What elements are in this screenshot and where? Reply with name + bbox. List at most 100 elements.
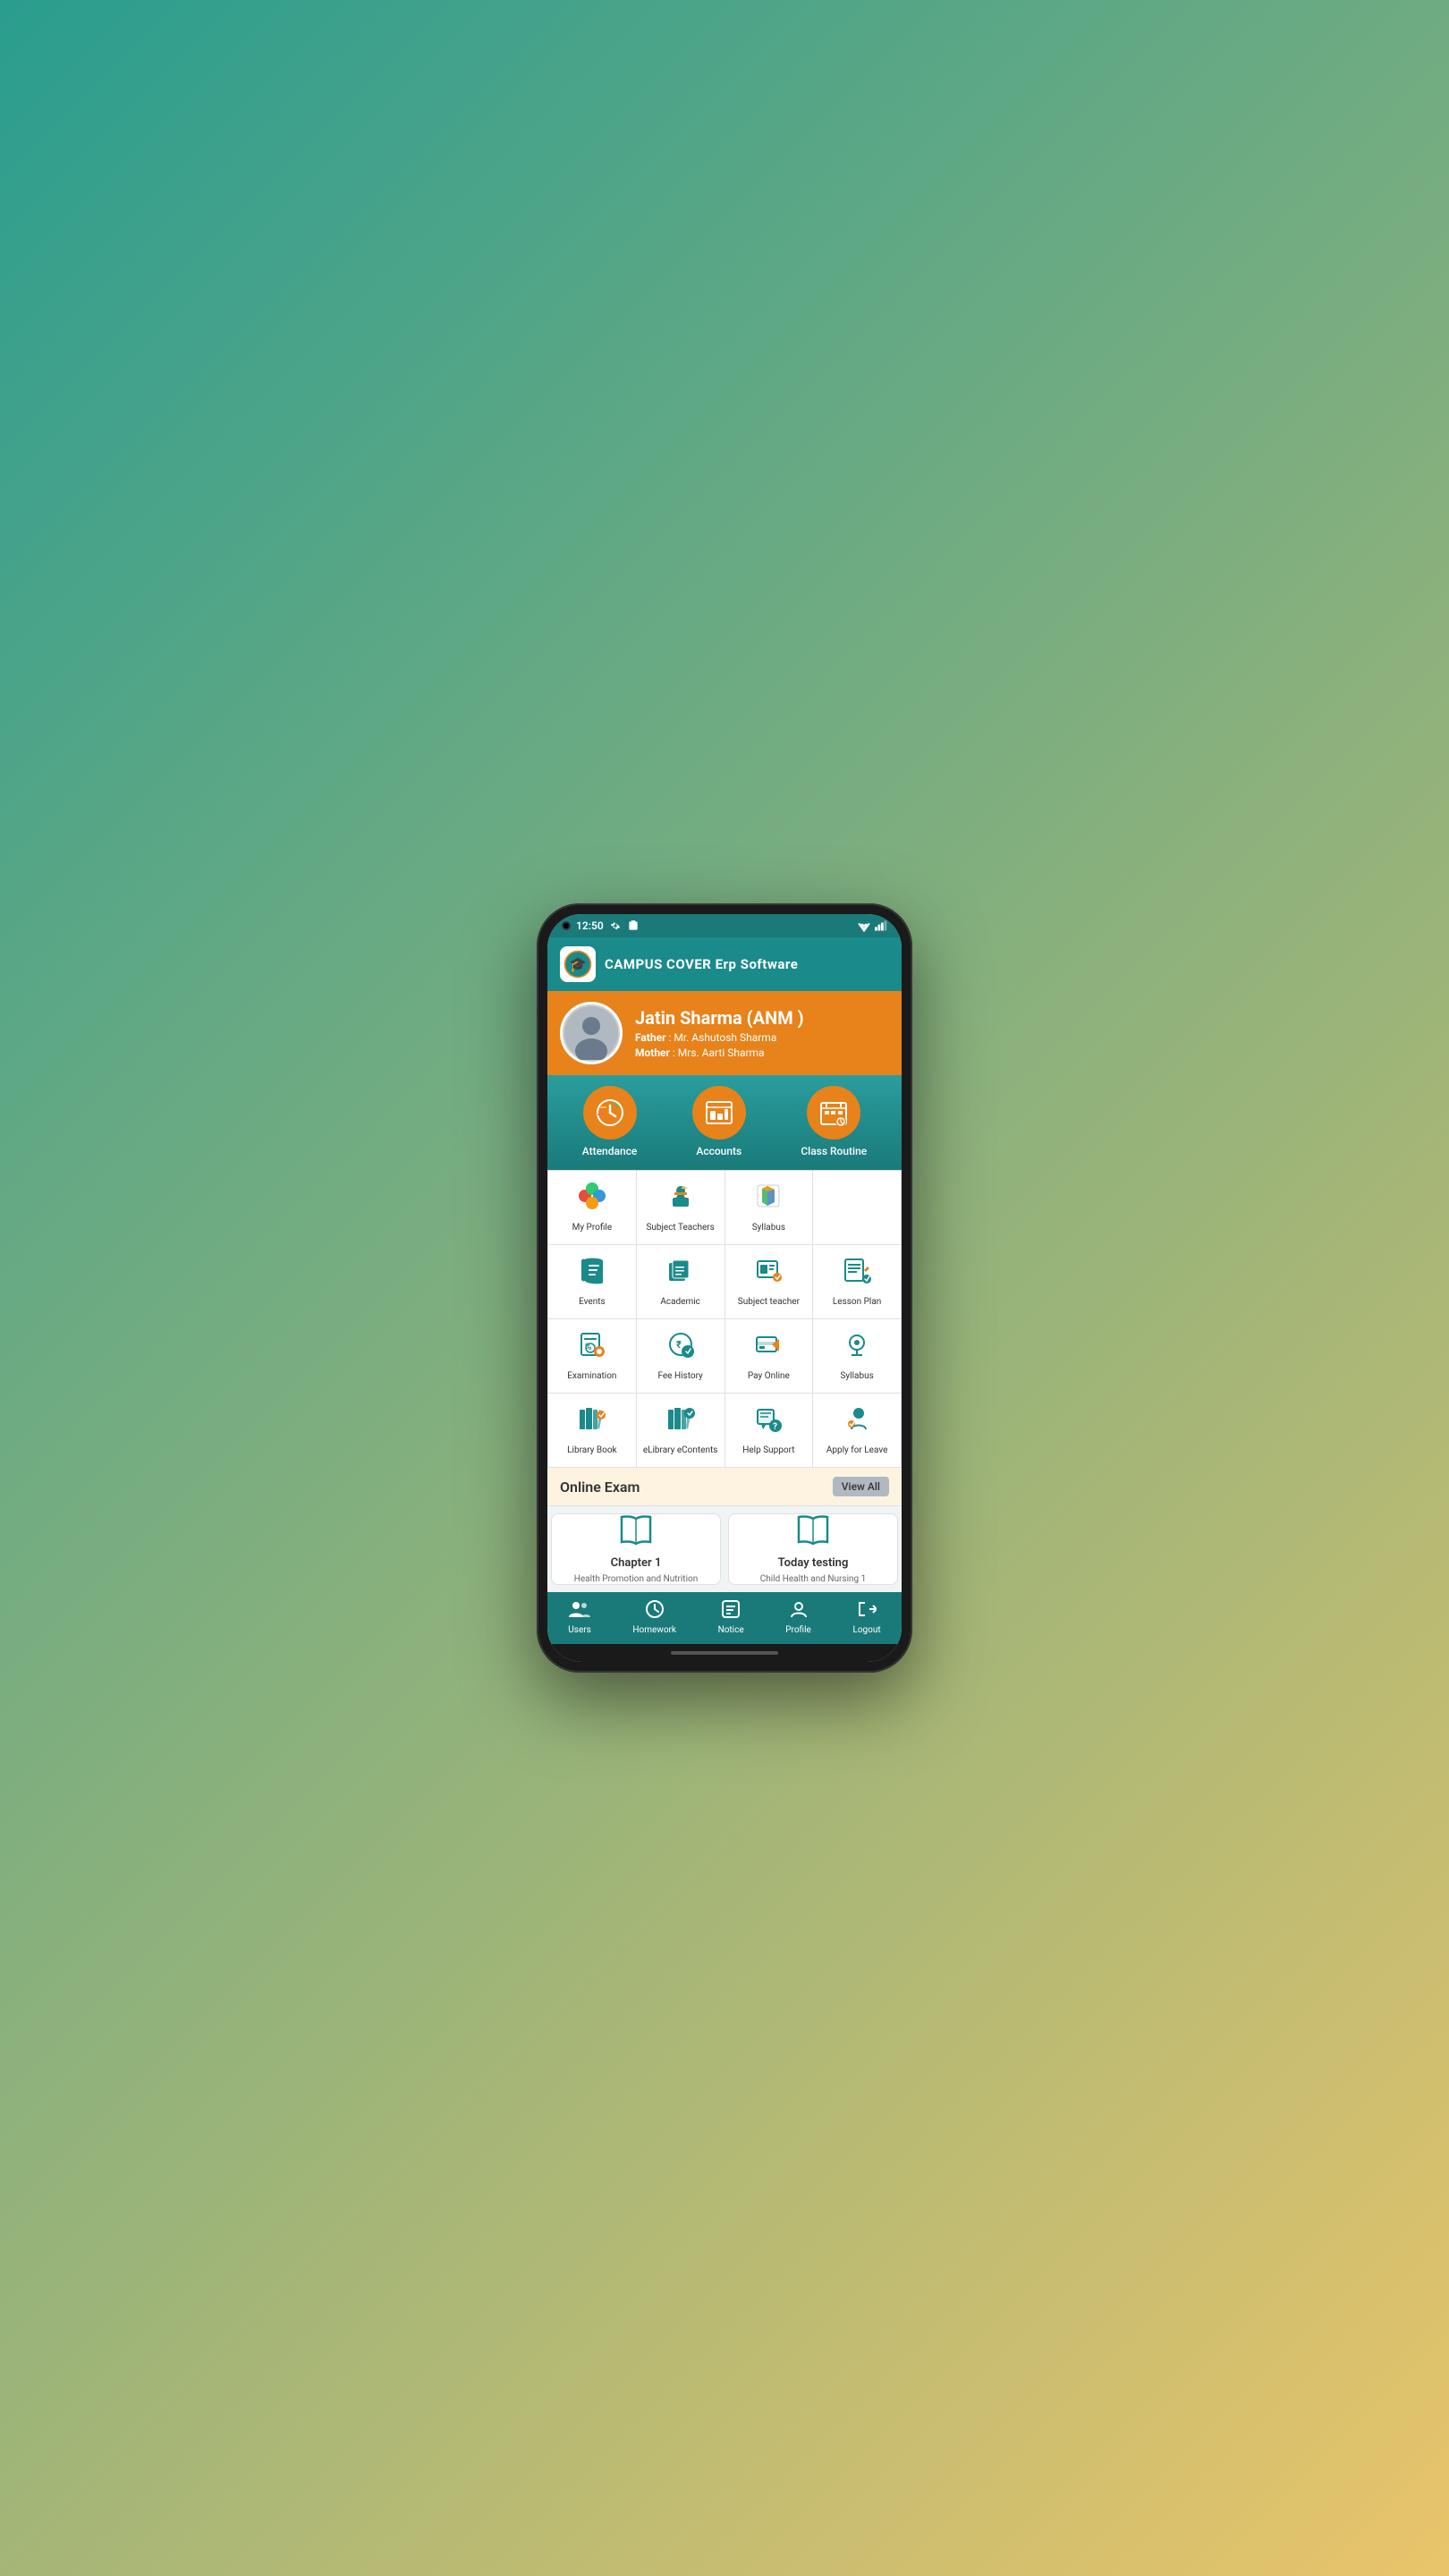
app-logo: 🎓 [560,946,596,982]
camera-dot [562,921,571,930]
lesson-plan-icon [843,1256,871,1291]
nav-homework[interactable]: Homework [632,1599,676,1635]
homework-nav-icon [645,1599,665,1623]
academic-label: Academic [660,1296,700,1308]
my-profile-label: My Profile [572,1222,613,1233]
father-name-value: Mr. Ashutosh Sharma [674,1031,776,1044]
bottom-nav: Users Homework [547,1592,902,1644]
menu-subject-teacher[interactable]: Subject teacher [725,1245,814,1319]
subject-teacher-icon [754,1256,783,1291]
help-support-label: Help Support [742,1445,794,1456]
apply-leave-label: Apply for Leave [826,1445,888,1456]
examination-label: Examination [567,1370,616,1382]
stat-class-routine[interactable]: Class Routine [801,1086,867,1157]
status-bar: 12:50 [547,914,902,937]
help-support-icon: ? [754,1404,783,1439]
subject-teachers-icon [666,1182,695,1216]
online-exam-header: Online Exam View All [547,1468,902,1506]
menu-syllabus-2[interactable]: Syllabus [813,1319,902,1394]
exam-card-2-title: Today testing [778,1556,849,1570]
fee-history-label: Fee History [657,1370,702,1382]
gear-icon [609,919,622,932]
syllabus-1-label: Syllabus [752,1222,785,1233]
menu-syllabus-1[interactable]: Syllabus [725,1171,814,1245]
quick-stats: Attendance Accounts [547,1075,902,1170]
online-exam-title: Online Exam [560,1479,640,1496]
exam-card-today-testing[interactable]: Today testing Child Health and Nursing 1 [728,1513,898,1585]
avatar [560,1002,623,1064]
syllabus-2-label: Syllabus [840,1370,873,1382]
menu-apply-leave[interactable]: Apply for Leave [813,1394,902,1468]
library-book-icon [578,1404,606,1439]
menu-events[interactable]: Events [548,1245,637,1319]
menu-subject-teachers[interactable]: Subject Teachers [637,1171,725,1245]
menu-library-book[interactable]: Library Book [548,1394,637,1468]
sim-icon [627,919,640,932]
nav-profile[interactable]: Profile [785,1599,811,1635]
stat-accounts[interactable]: Accounts [692,1086,746,1157]
nav-users-label: Users [568,1625,591,1635]
app-header: 🎓 CAMPUS COVER Erp Software [547,937,902,991]
exam-card-1-subtitle: Health Promotion and Nutrition [574,1573,699,1585]
home-indicator [547,1644,902,1662]
phone-screen: 12:50 🎓 CAMPUS COVER Erp Software [547,914,902,1662]
status-right [857,919,887,932]
exam-card-2-subtitle: Child Health and Nursing 1 [760,1573,867,1585]
home-bar [671,1651,778,1655]
menu-elibrary[interactable]: eLibrary eContents [637,1394,725,1468]
subject-teachers-label: Subject Teachers [646,1222,714,1233]
exam-card-chapter1[interactable]: Chapter 1 Health Promotion and Nutrition [551,1513,721,1585]
attendance-icon-circle [583,1086,637,1140]
profile-nav-icon [789,1599,809,1623]
profile-info: Jatin Sharma (ANM ) Father : Mr. Ashutos… [635,1007,804,1059]
nav-notice[interactable]: Notice [718,1599,744,1635]
menu-empty-1 [813,1171,902,1245]
menu-examination[interactable]: % Examination [548,1319,637,1394]
menu-my-profile[interactable]: My Profile [548,1171,637,1245]
menu-pay-online[interactable]: Pay Online [725,1319,814,1394]
nav-logout-label: Logout [852,1625,880,1635]
nav-users[interactable]: Users [568,1599,591,1635]
notice-nav-icon [721,1599,741,1623]
status-time: 12:50 [576,919,604,932]
profile-mother: Mother : Mrs. Aarti Sharma [635,1046,804,1059]
logout-nav-icon [857,1599,877,1623]
subject-teacher-label: Subject teacher [738,1296,800,1308]
signal-icon [875,919,887,932]
menu-academic[interactable]: Academic [637,1245,725,1319]
pay-online-icon [754,1330,783,1365]
nav-profile-label: Profile [785,1625,811,1635]
academic-icon [666,1256,695,1291]
elibrary-label: eLibrary eContents [643,1445,718,1456]
menu-lesson-plan[interactable]: Lesson Plan [813,1245,902,1319]
phone-device: 12:50 🎓 CAMPUS COVER Erp Software [537,903,912,1673]
examination-icon: % [578,1330,606,1365]
nav-logout[interactable]: Logout [852,1599,880,1635]
svg-text:?: ? [773,1422,777,1432]
library-book-label: Library Book [567,1445,616,1456]
exam-cards-container: Chapter 1 Health Promotion and Nutrition… [547,1506,902,1592]
app-title: CAMPUS COVER Erp Software [605,956,798,972]
profile-banner: Jatin Sharma (ANM ) Father : Mr. Ashutos… [547,991,902,1075]
nav-notice-label: Notice [718,1625,744,1635]
accounts-label: Accounts [696,1145,741,1157]
exam-book-icon-1 [618,1513,654,1553]
menu-fee-history[interactable]: ₹ Fee History [637,1319,725,1394]
syllabus-2-icon [843,1330,871,1365]
profile-father: Father : Mr. Ashutosh Sharma [635,1031,804,1044]
status-left: 12:50 [562,919,640,932]
accounts-icon-circle [692,1086,746,1140]
svg-text:🎓: 🎓 [569,956,587,973]
attendance-label: Attendance [582,1145,638,1157]
menu-help-support[interactable]: ? Help Support [725,1394,814,1468]
syllabus-icon [754,1182,783,1216]
apply-leave-icon [843,1404,871,1439]
view-all-button[interactable]: View All [833,1477,889,1496]
stat-attendance[interactable]: Attendance [582,1086,638,1157]
my-profile-icon [578,1182,606,1216]
svg-text:₹: ₹ [676,1339,682,1351]
elibrary-icon [666,1404,695,1439]
lesson-plan-label: Lesson Plan [833,1296,881,1308]
exam-book-icon-2 [795,1513,831,1553]
nav-homework-label: Homework [632,1625,676,1635]
